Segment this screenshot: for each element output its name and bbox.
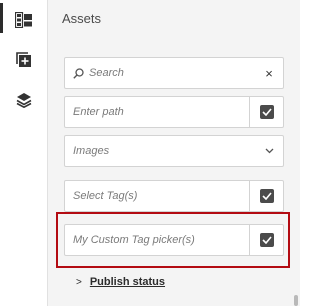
search-placeholder: Search xyxy=(89,67,124,79)
publish-status-toggle[interactable]: > Publish status xyxy=(76,276,165,288)
chevron-right-icon: > xyxy=(76,276,82,288)
rail-assets-button[interactable] xyxy=(0,0,48,40)
app-root: Assets Search × Enter path Images Select… xyxy=(0,0,300,306)
custom-tag-picker-button[interactable] xyxy=(249,225,283,255)
add-content-icon xyxy=(16,52,32,68)
tags-field[interactable]: Select Tag(s) xyxy=(64,180,284,212)
publish-status-label: Publish status xyxy=(89,276,166,288)
custom-tag-placeholder: My Custom Tag picker(s) xyxy=(73,234,195,246)
panel-title: Assets xyxy=(62,11,102,26)
path-field[interactable]: Enter path xyxy=(64,96,284,128)
tags-placeholder: Select Tag(s) xyxy=(73,190,138,202)
assets-panel: Assets Search × Enter path Images Select… xyxy=(48,0,300,306)
checkbox-icon xyxy=(259,105,274,119)
checkbox-icon xyxy=(259,189,274,203)
assets-icon xyxy=(15,12,33,28)
search-input[interactable]: Search × xyxy=(64,57,284,89)
tags-picker-button[interactable] xyxy=(249,181,283,211)
clear-search-icon[interactable]: × xyxy=(255,66,283,81)
path-browse-button[interactable] xyxy=(249,97,283,127)
path-placeholder: Enter path xyxy=(73,106,124,118)
search-icon xyxy=(65,67,85,79)
checkbox-icon xyxy=(259,233,274,247)
asset-type-select[interactable]: Images xyxy=(64,135,284,167)
layers-icon xyxy=(16,92,32,108)
scrollbar[interactable] xyxy=(294,295,298,306)
rail-add-content-button[interactable] xyxy=(0,40,48,80)
custom-tag-picker-field[interactable]: My Custom Tag picker(s) xyxy=(64,224,284,256)
chevron-down-icon xyxy=(255,148,283,154)
asset-type-value: Images xyxy=(73,145,110,157)
rail-layers-button[interactable] xyxy=(0,80,48,120)
side-rail xyxy=(0,0,48,306)
